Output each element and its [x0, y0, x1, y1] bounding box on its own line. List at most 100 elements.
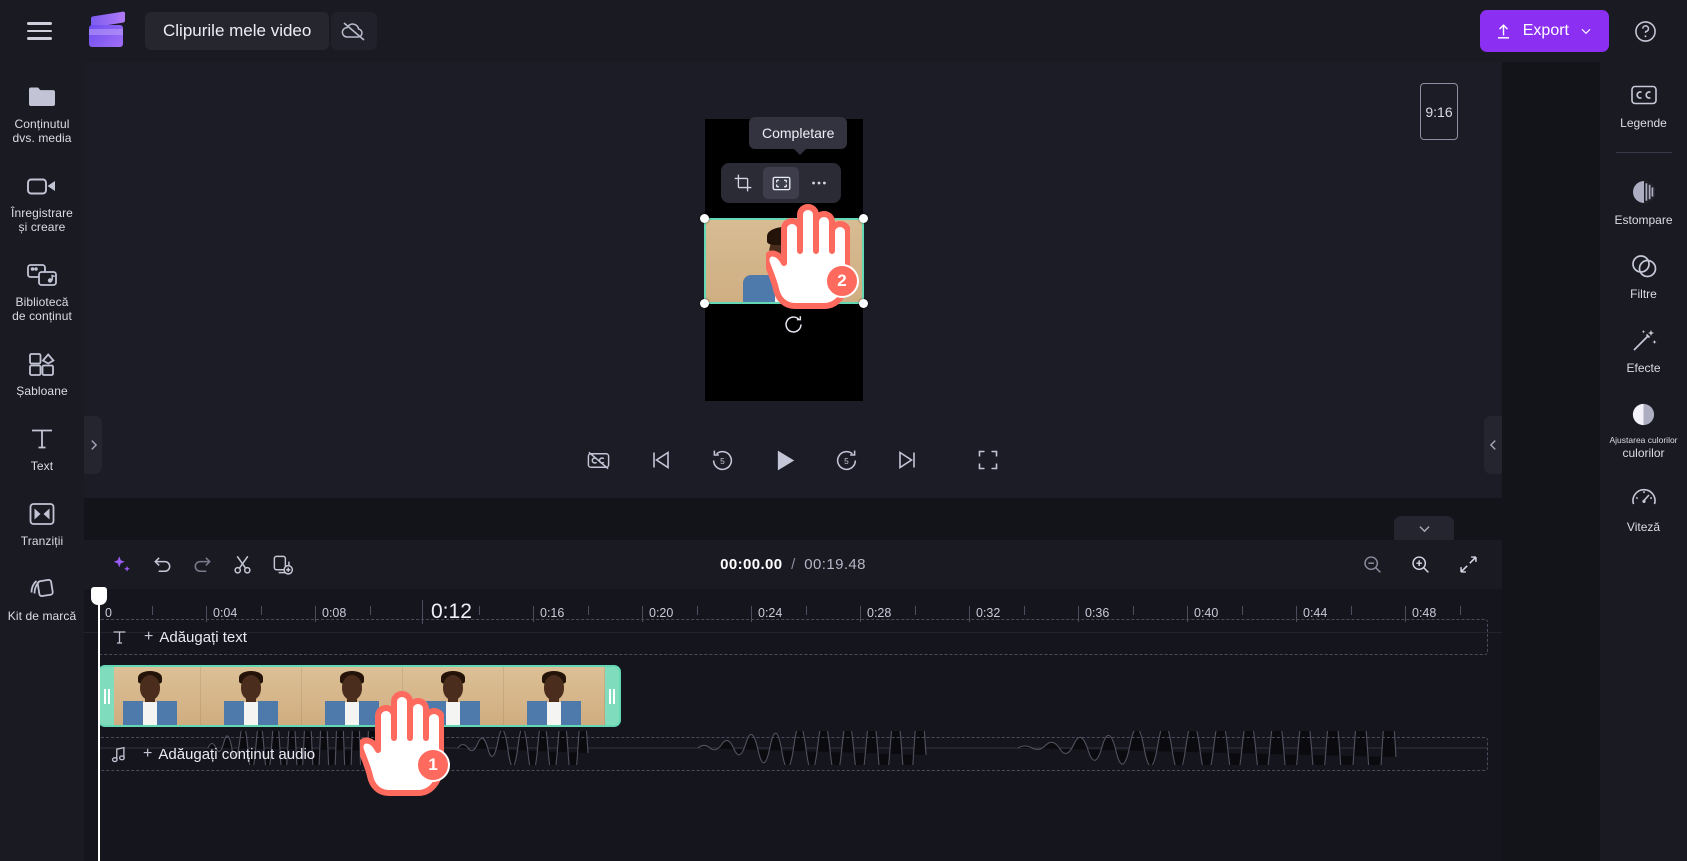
sidebar-item-templates[interactable]: Șabloane: [2, 343, 82, 402]
play-button[interactable]: [764, 440, 804, 480]
fullscreen-button[interactable]: [968, 440, 1008, 480]
ruler-minor-tick: [588, 606, 589, 615]
top-bar: Clipurile mele video Export: [0, 0, 1687, 62]
right-item-label: Ajustarea culorilor: [1609, 435, 1678, 445]
transitions-icon: [28, 499, 56, 529]
label-line-1: Bibliotecă: [15, 295, 69, 309]
help-circle-icon: [1634, 20, 1656, 42]
right-item-captions[interactable]: Legende: [1602, 74, 1685, 134]
ruler-minor-tick: [370, 606, 371, 615]
rewind-5-icon: 5: [712, 450, 732, 470]
right-item-color-adjust[interactable]: Ajustarea culorilor culorilor: [1602, 393, 1685, 464]
label-line-1: Înregistrare: [11, 206, 73, 220]
right-item-speed[interactable]: Viteză: [1602, 478, 1685, 538]
speed-gauge-icon: [1630, 484, 1658, 514]
total-time: 00:19.48: [804, 556, 866, 573]
right-item-filters[interactable]: Filtre: [1602, 245, 1685, 305]
clipchamp-logo-icon[interactable]: [89, 11, 129, 48]
expand-left-panel-button[interactable]: [84, 416, 102, 474]
export-label: Export: [1522, 22, 1569, 39]
play-icon: [777, 450, 794, 470]
preview-jacket-left: [743, 275, 775, 303]
resize-handle-tr[interactable]: [859, 214, 868, 223]
right-sidebar: Legende Estompare Filtre Efecte Ajustare…: [1600, 62, 1687, 861]
right-item-blur[interactable]: Estompare: [1602, 171, 1685, 231]
sidebar-item-label: Bibliotecă de conținut: [12, 295, 72, 323]
clip-trim-handle-left[interactable]: [100, 667, 114, 725]
export-button[interactable]: Export: [1479, 10, 1609, 52]
add-text-label: Adăugați text: [159, 628, 247, 646]
effects-wand-icon: [1630, 325, 1658, 355]
ruler-minor-tick: [1351, 606, 1352, 615]
collapse-timeline-button[interactable]: [1394, 516, 1454, 540]
time-separator: /: [791, 556, 796, 573]
menu-button[interactable]: [17, 9, 61, 53]
help-button[interactable]: [1623, 9, 1667, 53]
skip-next-button[interactable]: [888, 440, 928, 480]
timecode-display: 00:00.00 / 00:19.48: [84, 556, 1502, 573]
fullscreen-icon: [978, 450, 998, 470]
skip-previous-button[interactable]: [640, 440, 680, 480]
playhead[interactable]: [91, 587, 107, 861]
resize-handle-bl[interactable]: [700, 299, 709, 308]
video-preview-canvas[interactable]: [705, 119, 863, 401]
crop-icon: [734, 174, 752, 192]
fit-timeline-button[interactable]: [1448, 545, 1488, 585]
closed-captions-icon: [1630, 80, 1658, 110]
clip-thumbnail: [201, 667, 302, 725]
text-track[interactable]: + Adăugați text: [98, 619, 1488, 655]
svg-text:5: 5: [720, 456, 725, 466]
collapse-right-panel-button[interactable]: [1484, 416, 1502, 474]
sidebar-item-media[interactable]: Conținutul dvs. media: [2, 76, 82, 149]
ruler-minor-tick: [1242, 606, 1243, 615]
templates-icon: [28, 349, 56, 379]
project-title-input[interactable]: Clipurile mele video: [145, 12, 330, 50]
clip-thumbnail: [302, 667, 403, 725]
zoom-out-button[interactable]: [1352, 545, 1392, 585]
resize-handle-br[interactable]: [859, 299, 868, 308]
zoom-in-button[interactable]: [1400, 545, 1440, 585]
right-item-effects[interactable]: Efecte: [1602, 319, 1685, 379]
resize-handle-tl[interactable]: [700, 214, 709, 223]
sidebar-item-text[interactable]: Text: [2, 418, 82, 477]
add-audio-label: Adăugați conținut audio: [158, 745, 316, 763]
sidebar-item-record-create[interactable]: Înregistrare și creare: [2, 165, 82, 238]
timeline-zoom-group: [1352, 545, 1488, 585]
sidebar-item-brand-kit[interactable]: Kit de marcă: [2, 568, 82, 627]
hamburger-line: [26, 29, 52, 33]
right-item-label: Legende: [1620, 116, 1667, 130]
rewind-5-button[interactable]: 5: [702, 440, 742, 480]
tooltip-completare: Completare: [749, 117, 848, 155]
clip-thumbnail: [403, 667, 504, 725]
right-item-label: Viteză: [1626, 520, 1661, 534]
cloud-off-icon[interactable]: [331, 12, 378, 50]
content-library-icon: [26, 260, 58, 290]
clip-trim-handle-right[interactable]: [605, 667, 619, 725]
add-text-plus: +: [144, 628, 154, 645]
crop-button[interactable]: [725, 167, 761, 199]
rotate-button[interactable]: [781, 312, 805, 336]
aspect-ratio-button[interactable]: 9:16: [1420, 83, 1458, 140]
playback-controls: 5 5: [84, 440, 1502, 480]
captions-toggle-button[interactable]: [578, 440, 618, 480]
clip-thumbnails: [100, 667, 619, 725]
playhead-knob[interactable]: [91, 587, 107, 605]
timeline[interactable]: 0 0:04 0:08 0:12 0:16 0:20 0:24 0:28 0:3…: [84, 587, 1502, 861]
forward-5-button[interactable]: 5: [826, 440, 866, 480]
fit-screen-icon: [772, 176, 790, 190]
sidebar-item-content-library[interactable]: Bibliotecă de conținut: [2, 254, 82, 327]
sidebar-item-transitions[interactable]: Tranziții: [2, 493, 82, 552]
right-item-label: Filtre: [1630, 287, 1657, 301]
add-audio-plus: +: [143, 745, 153, 762]
video-clip[interactable]: [98, 665, 621, 727]
fit-fill-button[interactable]: [763, 167, 799, 199]
more-options-button[interactable]: [801, 167, 837, 199]
audio-track[interactable]: + Adăugați conținut audio: [98, 737, 1488, 771]
timeline-toolbar: 00:00.00 / 00:19.48: [84, 540, 1502, 589]
current-time: 00:00.00: [720, 556, 783, 573]
annotation-badge-2: 2: [825, 264, 859, 298]
left-sidebar: Conținutul dvs. media Înregistrare și cr…: [0, 62, 84, 861]
ruler-minor-tick: [697, 606, 698, 615]
aspect-ratio-label: 9:16: [1425, 103, 1453, 120]
filters-icon: [1630, 251, 1658, 281]
